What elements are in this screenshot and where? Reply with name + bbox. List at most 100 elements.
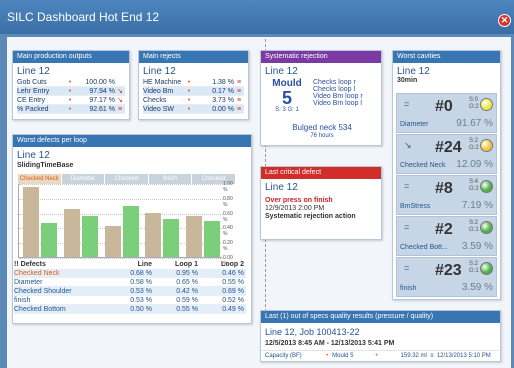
trend-icon: = (404, 181, 410, 191)
systematic-line: Line 12 (265, 66, 298, 77)
cavities-panel: Worst cavities Line 12 30min = #0 S:0 G:2 Di… (392, 50, 501, 300)
cavity-s: S:4 (469, 179, 479, 185)
table-header: !! Defects Line Loop 1 Loop 2 (14, 260, 246, 269)
cavity-s: S:2 (469, 220, 479, 226)
critical-title: Last critical defect (261, 167, 381, 179)
cavity-defect: Diameter (400, 121, 429, 128)
table-header-cell: Loop 2 (221, 261, 244, 268)
defects-chart: Checked Neck Diameter Checked Shoulder fini… (18, 174, 236, 267)
chart-legend: Checked Neck Diameter Checked Shoulder fini… (18, 174, 236, 192)
y-tick-label: 0.20 % (223, 240, 233, 253)
grid-line (19, 258, 223, 259)
defect-loop1: 0.55 % (176, 306, 198, 313)
oos-mark: ≡ (430, 353, 434, 359)
defect-name: Checked Neck (14, 270, 60, 277)
production-row: Lehr Entry • 97.94 % ↘ (17, 87, 125, 96)
grid-line (19, 184, 223, 185)
production-row: % Packed • 92.61 % ≡ (17, 105, 125, 114)
critical-body: Over press on finish 12/9/2013 2:00 PM S… (261, 194, 381, 224)
systematic-panel: Systematic rejection Line 12 Mould 5 S: … (260, 50, 382, 146)
table-row: Checked Bottom 0.50 % 0.55 % 0.49 % (14, 305, 246, 314)
oos-value: 159.32 ml (400, 353, 427, 359)
rejects-title: Main rejects (139, 51, 248, 63)
status-dot: • (187, 97, 191, 104)
critical-panel: Last critical defect Line 12 Over press … (260, 166, 382, 240)
legend-item: Diameter (61, 174, 106, 184)
cavity-number: #23 (435, 262, 462, 279)
rejects-rows: HE Machine • 1.38 % ≡ Video Bm • 0.17 % ≡ Checks… (139, 78, 248, 114)
production-line: Line 12 (17, 66, 50, 77)
production-row: Gob Cuts • 100.00 % (17, 78, 125, 87)
status-dot: • (187, 79, 191, 86)
trend-icon: ≡ (236, 79, 242, 86)
defect-loop1: 0.42 % (176, 288, 198, 295)
chart-bar (41, 222, 57, 257)
mould-sub: S: 3 G: 1 (275, 107, 299, 113)
rejects-row-value: 0.17 % (212, 88, 234, 95)
rejects-row: HE Machine • 1.38 % ≡ (143, 78, 244, 87)
grid-line (19, 213, 223, 215)
cavity-card: = #2 S:2 G:1 Checked Bott... 3.59 % (396, 216, 497, 256)
y-tick-label: 0.40 % (223, 225, 233, 238)
defect-name: finish (14, 297, 31, 304)
chart-bar (104, 225, 121, 257)
chart-bar (63, 208, 80, 257)
production-row-value: 97.94 % (89, 88, 115, 95)
rejects-row-value: 1.38 % (212, 79, 234, 86)
defect-loop2: 0.49 % (222, 306, 244, 313)
defect-loop2: 0.55 % (222, 279, 244, 286)
table-row: Diameter 0.58 % 0.65 % 0.55 % (14, 278, 246, 287)
trend-icon (115, 78, 125, 86)
check-item: Video Bm loop l (313, 100, 362, 107)
cavity-s: S:0 (469, 97, 479, 103)
cavity-number: #8 (435, 180, 453, 197)
defect-name: Checked Shoulder (14, 288, 72, 295)
rejects-row: Video SW • 0.00 % ≡ (143, 105, 244, 114)
cavity-number: #24 (435, 139, 462, 156)
rejects-row: Checks • 3.73 % ≡ (143, 96, 244, 105)
oos-label: Capacity (BF) (265, 353, 302, 359)
cavity-s: S:2 (469, 138, 479, 144)
grid-line (19, 198, 223, 200)
rejects-panel: Main rejects Line 12 HE Machine • 1.38 % ≡ V… (138, 50, 249, 120)
legend-item: finish (148, 174, 193, 184)
status-dot: • (68, 79, 72, 86)
defect-line: 0.53 % (130, 297, 152, 304)
defect-line: 0.58 % (130, 279, 152, 286)
production-row-label: % Packed (17, 106, 49, 113)
table-header-cell: !! Defects (14, 261, 46, 268)
table-row: Checked Shoulder 0.53 % 0.42 % 0.69 % (14, 287, 246, 296)
oos-time: 12/13/2013 5:10 PM (436, 353, 491, 359)
chart-bar (145, 213, 162, 257)
systematic-defect: Bulged neck 534 (292, 123, 352, 132)
oos-mould: Mould 5 (332, 353, 354, 359)
status-dot: • (187, 88, 191, 95)
checks-list: Checks loop r Checks loop l Video Bm loo… (313, 79, 363, 107)
production-row-label: Gob Cuts (17, 79, 47, 86)
cavity-s: S:2 (469, 261, 479, 267)
cavity-card: ↘ #24 S:2 G:2 Checked Neck 12.09 % (396, 134, 497, 174)
cavity-sg: S:2 G:1 (469, 220, 479, 234)
critical-defect: Over press on finish (265, 197, 333, 204)
cavity-card: = #0 S:0 G:2 Diameter 91.67 % (396, 93, 497, 133)
status-dot: • (68, 106, 72, 113)
worst-defects-line: Line 12 (17, 150, 50, 161)
defect-loop1: 0.59 % (176, 297, 198, 304)
oos-line-job: Line 12, Job 100413-22 (265, 327, 360, 337)
production-rows: Gob Cuts • 100.00 % Lehr Entry • 97.94 % ↘ CE E… (13, 78, 129, 114)
rejects-row-value: 3.73 % (212, 97, 234, 104)
rejects-row-value: 0.00 % (212, 106, 234, 113)
oos-title: Last (1) out of specs quality results (p… (261, 311, 500, 323)
trend-icon: ↘ (117, 97, 123, 104)
close-icon[interactable]: ✕ (498, 14, 511, 27)
chart-plot (18, 184, 223, 259)
systematic-title: Systematic rejection (261, 51, 381, 63)
defect-name: Checked Bottom (14, 306, 66, 313)
cavity-card: = #23 S:2 G:1 finish 3.59 % (396, 257, 497, 297)
table-header-cell: Loop 1 (175, 261, 198, 268)
chart-bar (23, 186, 39, 257)
defect-loop2: 0.46 % (222, 270, 244, 277)
rejects-row-label: HE Machine (143, 79, 182, 86)
cavity-g: G:2 (469, 104, 479, 110)
rejects-row-label: Checks (143, 97, 167, 104)
